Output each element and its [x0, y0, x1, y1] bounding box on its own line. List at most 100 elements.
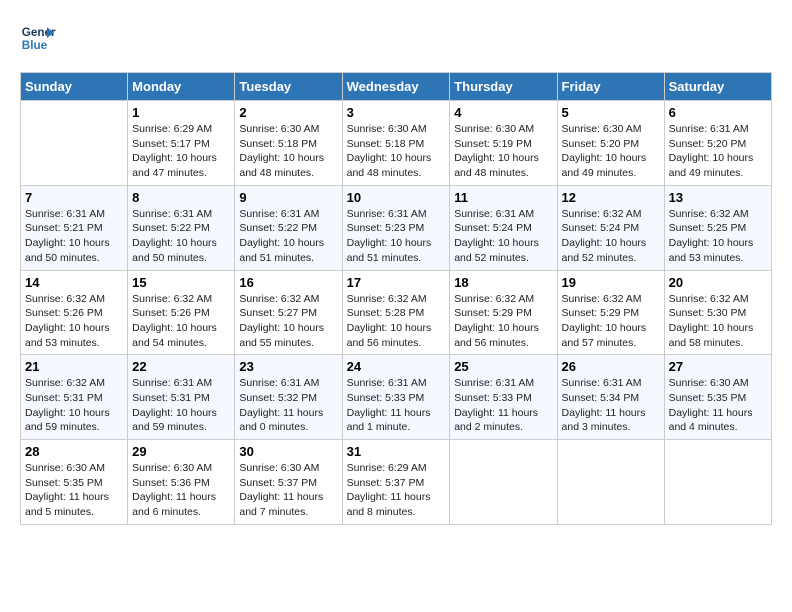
- day-number: 6: [669, 105, 767, 120]
- cell-content: Sunrise: 6:32 AMSunset: 5:28 PMDaylight:…: [347, 292, 446, 351]
- cell-content: Sunrise: 6:31 AMSunset: 5:31 PMDaylight:…: [132, 376, 230, 435]
- calendar-cell: 6 Sunrise: 6:31 AMSunset: 5:20 PMDaylight…: [664, 101, 771, 186]
- calendar-cell: [557, 440, 664, 525]
- day-number: 27: [669, 359, 767, 374]
- day-number: 2: [239, 105, 337, 120]
- cell-content: Sunrise: 6:30 AMSunset: 5:19 PMDaylight:…: [454, 122, 552, 181]
- cell-content: Sunrise: 6:32 AMSunset: 5:27 PMDaylight:…: [239, 292, 337, 351]
- calendar-cell: 2 Sunrise: 6:30 AMSunset: 5:18 PMDaylight…: [235, 101, 342, 186]
- cell-content: Sunrise: 6:30 AMSunset: 5:36 PMDaylight:…: [132, 461, 230, 520]
- day-number: 22: [132, 359, 230, 374]
- cell-content: Sunrise: 6:30 AMSunset: 5:18 PMDaylight:…: [347, 122, 446, 181]
- cell-content: Sunrise: 6:31 AMSunset: 5:33 PMDaylight:…: [454, 376, 552, 435]
- calendar-cell: 3 Sunrise: 6:30 AMSunset: 5:18 PMDaylight…: [342, 101, 450, 186]
- day-number: 26: [562, 359, 660, 374]
- cell-content: Sunrise: 6:31 AMSunset: 5:23 PMDaylight:…: [347, 207, 446, 266]
- day-number: 7: [25, 190, 123, 205]
- calendar-cell: 20 Sunrise: 6:32 AMSunset: 5:30 PMDayligh…: [664, 270, 771, 355]
- calendar-cell: 24 Sunrise: 6:31 AMSunset: 5:33 PMDayligh…: [342, 355, 450, 440]
- column-header-thursday: Thursday: [450, 73, 557, 101]
- week-row-5: 28 Sunrise: 6:30 AMSunset: 5:35 PMDayligh…: [21, 440, 772, 525]
- svg-text:Blue: Blue: [22, 39, 48, 52]
- day-number: 5: [562, 105, 660, 120]
- calendar-cell: 4 Sunrise: 6:30 AMSunset: 5:19 PMDaylight…: [450, 101, 557, 186]
- week-row-1: 1Sunrise: 6:29 AMSunset: 5:17 PMDaylight…: [21, 101, 772, 186]
- cell-content: Sunrise: 6:31 AMSunset: 5:22 PMDaylight:…: [239, 207, 337, 266]
- day-number: 10: [347, 190, 446, 205]
- calendar-cell: [664, 440, 771, 525]
- cell-content: Sunrise: 6:30 AMSunset: 5:20 PMDaylight:…: [562, 122, 660, 181]
- day-number: 17: [347, 275, 446, 290]
- day-number: 16: [239, 275, 337, 290]
- logo: General Blue: [20, 20, 56, 56]
- cell-content: Sunrise: 6:32 AMSunset: 5:29 PMDaylight:…: [454, 292, 552, 351]
- calendar-table: SundayMondayTuesdayWednesdayThursdayFrid…: [20, 72, 772, 525]
- cell-content: Sunrise: 6:31 AMSunset: 5:21 PMDaylight:…: [25, 207, 123, 266]
- week-row-3: 14 Sunrise: 6:32 AMSunset: 5:26 PMDayligh…: [21, 270, 772, 355]
- calendar-cell: 28 Sunrise: 6:30 AMSunset: 5:35 PMDayligh…: [21, 440, 128, 525]
- day-number: 13: [669, 190, 767, 205]
- calendar-cell: 17 Sunrise: 6:32 AMSunset: 5:28 PMDayligh…: [342, 270, 450, 355]
- calendar-cell: 9 Sunrise: 6:31 AMSunset: 5:22 PMDaylight…: [235, 185, 342, 270]
- calendar-cell: 7 Sunrise: 6:31 AMSunset: 5:21 PMDaylight…: [21, 185, 128, 270]
- calendar-cell: 1Sunrise: 6:29 AMSunset: 5:17 PMDaylight…: [128, 101, 235, 186]
- day-number: 8: [132, 190, 230, 205]
- calendar-cell: 8 Sunrise: 6:31 AMSunset: 5:22 PMDaylight…: [128, 185, 235, 270]
- cell-content: Sunrise: 6:32 AMSunset: 5:29 PMDaylight:…: [562, 292, 660, 351]
- calendar-cell: [21, 101, 128, 186]
- day-number: 28: [25, 444, 123, 459]
- cell-content: Sunrise: 6:30 AMSunset: 5:35 PMDaylight:…: [25, 461, 123, 520]
- cell-content: Sunrise: 6:31 AMSunset: 5:34 PMDaylight:…: [562, 376, 660, 435]
- cell-content: Sunrise: 6:31 AMSunset: 5:33 PMDaylight:…: [347, 376, 446, 435]
- cell-content: Sunrise: 6:30 AMSunset: 5:35 PMDaylight:…: [669, 376, 767, 435]
- cell-content: Sunrise: 6:32 AMSunset: 5:25 PMDaylight:…: [669, 207, 767, 266]
- header-row: SundayMondayTuesdayWednesdayThursdayFrid…: [21, 73, 772, 101]
- calendar-cell: 16 Sunrise: 6:32 AMSunset: 5:27 PMDayligh…: [235, 270, 342, 355]
- cell-content: Sunrise: 6:31 AMSunset: 5:20 PMDaylight:…: [669, 122, 767, 181]
- cell-content: Sunrise: 6:31 AMSunset: 5:32 PMDaylight:…: [239, 376, 337, 435]
- day-number: 29: [132, 444, 230, 459]
- cell-content: Sunrise: 6:32 AMSunset: 5:30 PMDaylight:…: [669, 292, 767, 351]
- calendar-cell: 11Sunrise: 6:31 AMSunset: 5:24 PMDayligh…: [450, 185, 557, 270]
- calendar-cell: 29 Sunrise: 6:30 AMSunset: 5:36 PMDayligh…: [128, 440, 235, 525]
- cell-content: Sunrise: 6:32 AMSunset: 5:26 PMDaylight:…: [132, 292, 230, 351]
- calendar-cell: 25 Sunrise: 6:31 AMSunset: 5:33 PMDayligh…: [450, 355, 557, 440]
- day-number: 31: [347, 444, 446, 459]
- day-number: 23: [239, 359, 337, 374]
- cell-content: Sunrise: 6:29 AMSunset: 5:37 PMDaylight:…: [347, 461, 446, 520]
- day-number: 15: [132, 275, 230, 290]
- calendar-cell: 10 Sunrise: 6:31 AMSunset: 5:23 PMDayligh…: [342, 185, 450, 270]
- page-header: General Blue: [20, 20, 772, 56]
- day-number: 11: [454, 190, 552, 205]
- day-number: 3: [347, 105, 446, 120]
- calendar-cell: 26 Sunrise: 6:31 AMSunset: 5:34 PMDayligh…: [557, 355, 664, 440]
- day-number: 9: [239, 190, 337, 205]
- calendar-cell: 21Sunrise: 6:32 AMSunset: 5:31 PMDayligh…: [21, 355, 128, 440]
- cell-content: Sunrise: 6:30 AMSunset: 5:18 PMDaylight:…: [239, 122, 337, 181]
- day-number: 4: [454, 105, 552, 120]
- day-number: 24: [347, 359, 446, 374]
- calendar-cell: 15 Sunrise: 6:32 AMSunset: 5:26 PMDayligh…: [128, 270, 235, 355]
- calendar-cell: 30Sunrise: 6:30 AMSunset: 5:37 PMDayligh…: [235, 440, 342, 525]
- calendar-cell: 18Sunrise: 6:32 AMSunset: 5:29 PMDayligh…: [450, 270, 557, 355]
- calendar-cell: 31 Sunrise: 6:29 AMSunset: 5:37 PMDayligh…: [342, 440, 450, 525]
- day-number: 25: [454, 359, 552, 374]
- calendar-cell: 22 Sunrise: 6:31 AMSunset: 5:31 PMDayligh…: [128, 355, 235, 440]
- column-header-sunday: Sunday: [21, 73, 128, 101]
- column-header-monday: Monday: [128, 73, 235, 101]
- column-header-saturday: Saturday: [664, 73, 771, 101]
- calendar-cell: 12 Sunrise: 6:32 AMSunset: 5:24 PMDayligh…: [557, 185, 664, 270]
- week-row-4: 21Sunrise: 6:32 AMSunset: 5:31 PMDayligh…: [21, 355, 772, 440]
- day-number: 20: [669, 275, 767, 290]
- calendar-cell: 19Sunrise: 6:32 AMSunset: 5:29 PMDayligh…: [557, 270, 664, 355]
- day-number: 12: [562, 190, 660, 205]
- cell-content: Sunrise: 6:32 AMSunset: 5:31 PMDaylight:…: [25, 376, 123, 435]
- week-row-2: 7 Sunrise: 6:31 AMSunset: 5:21 PMDaylight…: [21, 185, 772, 270]
- cell-content: Sunrise: 6:31 AMSunset: 5:22 PMDaylight:…: [132, 207, 230, 266]
- calendar-cell: 23 Sunrise: 6:31 AMSunset: 5:32 PMDayligh…: [235, 355, 342, 440]
- day-number: 14: [25, 275, 123, 290]
- calendar-cell: 27 Sunrise: 6:30 AMSunset: 5:35 PMDayligh…: [664, 355, 771, 440]
- calendar-cell: 13 Sunrise: 6:32 AMSunset: 5:25 PMDayligh…: [664, 185, 771, 270]
- cell-content: Sunrise: 6:30 AMSunset: 5:37 PMDaylight:…: [239, 461, 337, 520]
- cell-content: Sunrise: 6:32 AMSunset: 5:24 PMDaylight:…: [562, 207, 660, 266]
